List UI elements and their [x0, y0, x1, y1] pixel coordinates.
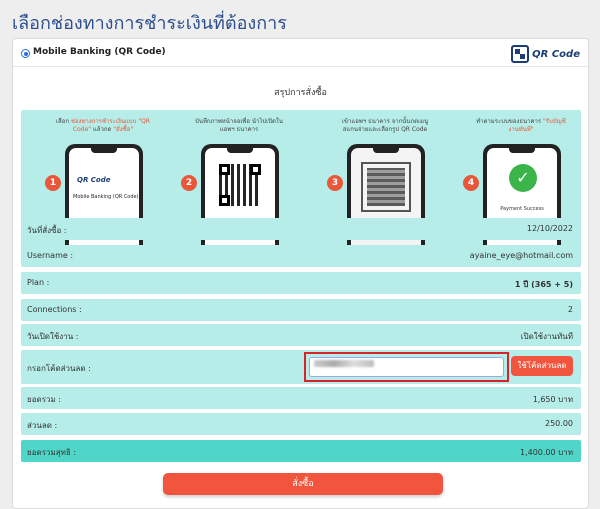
plan-label: Plan : — [27, 278, 50, 287]
step-1-text: เลือก ช่องทางการชำระเงินแบบ "QR Code" แล… — [56, 118, 150, 133]
total-row: ยอดรวมสุทธิ : 1,400.00 บาท — [21, 440, 581, 462]
step-1-badge: 1 — [45, 175, 61, 191]
discount-code-label: กรอกโค้ดส่วนลด : — [27, 364, 91, 373]
payment-success-text: Payment Success — [500, 206, 544, 212]
discount-amount-label: ส่วนลด : — [27, 421, 58, 430]
step-4-text: ทำตามระบบของธนาคาร "รับบัญชีงานทันที" — [476, 118, 566, 133]
screen-option: Mobile Banking (QR Code) — [73, 194, 139, 200]
start-date-row: วันเปิดใช้งาน : เปิดใช้งานทันที — [21, 324, 581, 346]
discount-input-highlight — [304, 352, 509, 382]
step-3-text: เข้าแอพฯ ธนาคาร จากนั้นกดเมนู สแกนจ่ายแล… — [341, 118, 429, 133]
connections-value: 2 — [567, 305, 573, 314]
check-icon: ✓ — [509, 164, 537, 192]
order-button[interactable]: สั่งซื้อ — [163, 473, 443, 495]
subtotal-label: ยอดรวม : — [27, 395, 61, 404]
total-label: ยอดรวมสุทธิ : — [27, 448, 77, 457]
plan-value: 1 ปี (365 + 5) — [514, 280, 573, 289]
subtotal-value: 1,650 บาท — [532, 395, 573, 404]
username-value: ayaine_eye@hotmail.com — [469, 251, 573, 260]
total-value: 1,400.00 บาท — [519, 448, 573, 457]
payment-card: Mobile Banking (QR Code) QR Code สรุปการ… — [12, 38, 589, 509]
start-date-value: เปิดใช้งานทันที — [520, 332, 573, 341]
qr-code-icon — [511, 45, 530, 63]
order-date-label: วันที่สั่งซื้อ : — [27, 226, 67, 235]
discount-amount-row: ส่วนลด : 250.00 — [21, 413, 581, 435]
blurred-code-text — [314, 360, 374, 367]
order-date-value: 12/10/2022 — [526, 224, 573, 233]
order-date-row: วันที่สั่งซื้อ : 12/10/2022 — [21, 218, 581, 240]
plan-row: Plan : 1 ปี (365 + 5) — [21, 272, 581, 294]
step-2-text: บันทึกภาพหน้าจอเพื่อ นำไปเปิดในแอพฯ ธนาค… — [195, 118, 283, 133]
username-row: Username : ayaine_eye@hotmail.com — [21, 245, 581, 267]
page-title: เลือกช่องทางการชำระเงินที่ต้องการ — [12, 13, 287, 34]
discount-amount-value: 250.00 — [545, 419, 573, 428]
step-2-badge: 2 — [181, 175, 197, 191]
payment-method-label[interactable]: Mobile Banking (QR Code) — [33, 47, 166, 57]
qr-code-logo-text: QR Code — [532, 48, 580, 60]
screen-qr-logo: QR Code — [77, 176, 111, 184]
scan-frame — [361, 162, 411, 212]
apply-discount-button[interactable]: ใช้โค้ดส่วนลด — [511, 356, 573, 376]
discount-code-row: กรอกโค้ดส่วนลด : ใช้โค้ดส่วนลด — [21, 350, 581, 384]
username-label: Username : — [27, 251, 74, 260]
subtotal-row: ยอดรวม : 1,650 บาท — [21, 387, 581, 409]
summary-title: สรุปการสั่งซื้อ — [274, 88, 327, 98]
connections-row: Connections : 2 — [21, 299, 581, 321]
payment-method-option[interactable]: Mobile Banking (QR Code) QR Code — [13, 39, 588, 67]
qr-code-logo: QR Code — [511, 44, 580, 64]
payment-method-radio[interactable] — [21, 49, 30, 58]
start-date-label: วันเปิดใช้งาน : — [27, 332, 79, 341]
step-4-badge: 4 — [463, 175, 479, 191]
step-3-badge: 3 — [327, 175, 343, 191]
connections-label: Connections : — [27, 305, 82, 314]
